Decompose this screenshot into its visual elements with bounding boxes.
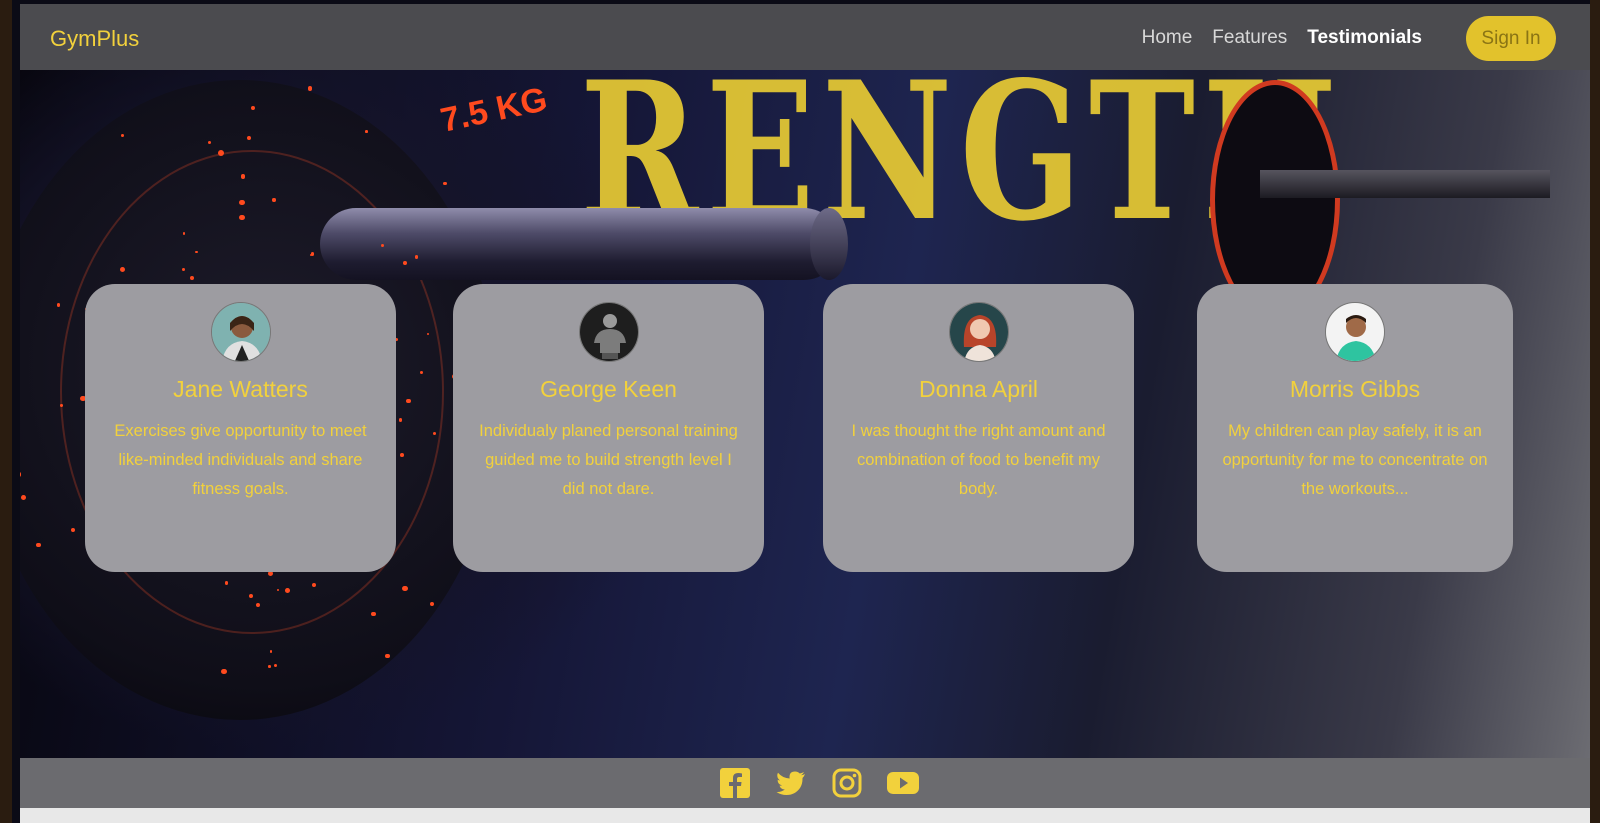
paint-speck [182,232,186,235]
hero-background: 7.5 KG RENGTH Jane Watters Exercises giv… [20,70,1590,758]
paint-speck [218,149,225,156]
testimonial-cards: Jane Watters Exercises give opportunity … [75,284,1545,584]
testimonial-name: Jane Watters [173,376,308,402]
testimonial-card: Morris Gibbs My children can play safely… [1197,284,1513,572]
testimonial-quote: Individualy planed personal training gui… [479,422,738,498]
testimonial-card: Jane Watters Exercises give opportunity … [85,284,396,572]
paint-speck [181,268,185,272]
paint-speck [269,649,273,653]
avatar [210,302,271,362]
barbell-sleeve [320,208,840,280]
testimonial-name: George Keen [540,376,677,402]
testimonial-name: Morris Gibbs [1289,376,1421,402]
youtube-icon[interactable] [886,766,920,800]
nav-links: Home Features Testimonials [1142,27,1422,49]
testimonial-quote: I was thought the right amount and combi… [851,422,1106,498]
facebook-icon[interactable] [718,766,752,800]
twitter-icon[interactable] [774,766,808,800]
paint-speck [60,404,63,407]
brand-logo[interactable]: GymPlus [50,26,139,52]
nav-features[interactable]: Features [1212,27,1287,49]
paint-speck [250,105,255,110]
sign-in-button[interactable]: Sign In [1466,16,1556,61]
paint-speck [119,266,125,272]
browser-screen: GymPlus Home Features Testimonials Sign … [12,0,1590,823]
paint-speck [365,130,369,133]
testimonial-quote: Exercises give opportunity to meet like-… [114,422,367,498]
testimonial-card: Donna April I was thought the right amou… [823,284,1134,572]
paint-speck [20,495,26,501]
barbell-right [1260,170,1550,198]
testimonial-quote: My children can play safely, it is an op… [1222,422,1488,498]
paint-speck [238,214,245,221]
navbar: GymPlus Home Features Testimonials Sign … [20,4,1590,70]
avatar [1325,302,1385,362]
paint-speck [272,198,276,202]
paint-speck [443,181,447,186]
paint-speck [385,653,390,659]
paint-speck [402,585,408,592]
plate-label: 7.5 KG [437,80,551,140]
paint-speck [310,252,315,256]
instagram-icon[interactable] [830,766,864,800]
nav-home[interactable]: Home [1142,27,1193,49]
paint-speck [307,86,313,91]
paint-speck [285,587,290,593]
footer [20,758,1590,808]
paint-speck [273,663,277,667]
paint-speck [268,665,271,668]
paint-speck [246,135,251,140]
paint-speck [221,668,227,675]
paint-speck [240,174,246,179]
avatar [948,302,1009,362]
bottom-strip [20,808,1590,823]
paint-speck [120,134,124,138]
paint-speck [414,255,419,259]
avatar [578,302,639,362]
testimonial-card: George Keen Individualy planed personal … [453,284,764,572]
paint-speck [56,303,61,307]
social-links [718,766,920,800]
paint-speck [380,244,384,248]
testimonial-name: Donna April [919,376,1038,402]
barbell-end [810,208,848,280]
nav-testimonials[interactable]: Testimonials [1307,27,1422,49]
